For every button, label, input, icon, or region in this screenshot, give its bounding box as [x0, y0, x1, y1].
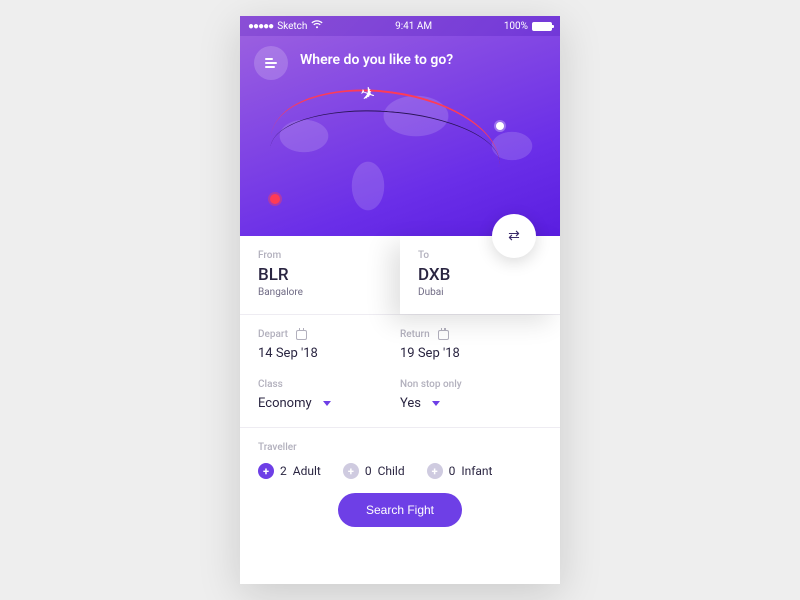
adult-unit: Adult	[293, 464, 321, 478]
chevron-down-icon	[432, 401, 440, 406]
swap-icon: ⇄	[508, 228, 520, 244]
plus-icon: +	[343, 463, 359, 479]
traveller-label: Traveller	[258, 442, 542, 453]
child-stepper[interactable]: + 0 Child	[343, 463, 405, 479]
battery-percent: 100%	[504, 21, 528, 32]
from-field[interactable]: From BLR Bangalore	[240, 236, 400, 314]
origin-point-icon	[270, 194, 280, 204]
adult-stepper[interactable]: + 2 Adult	[258, 463, 321, 479]
search-button[interactable]: Search Fight	[338, 493, 462, 527]
clock: 9:41 AM	[395, 21, 432, 32]
plus-icon: +	[427, 463, 443, 479]
destination-point-icon	[496, 122, 504, 130]
depart-value: 14 Sep '18	[258, 346, 400, 361]
child-unit: Child	[378, 464, 405, 478]
hamburger-icon	[265, 58, 277, 68]
carrier-label: Sketch	[277, 21, 307, 32]
plus-icon: +	[258, 463, 274, 479]
traveller-section: Traveller + 2 Adult + 0 Child + 0 Infant	[240, 427, 560, 541]
class-select[interactable]: Class Economy	[258, 379, 400, 411]
options-row: Class Economy Non stop only Yes	[240, 377, 560, 427]
return-field[interactable]: Return 19 Sep '18	[400, 329, 542, 361]
from-label: From	[258, 250, 382, 261]
wifi-icon	[311, 20, 323, 32]
to-city: Dubai	[418, 287, 542, 298]
infant-stepper[interactable]: + 0 Infant	[427, 463, 493, 479]
from-code: BLR	[258, 265, 382, 285]
to-code: DXB	[418, 265, 542, 285]
nonstop-label: Non stop only	[400, 379, 542, 390]
calendar-icon	[296, 330, 307, 340]
phone-frame: ●●●●● Sketch 9:41 AM 100% Where do you l…	[240, 16, 560, 584]
search-form: ⇄ From BLR Bangalore To DXB Dubai Depart…	[240, 236, 560, 584]
hero: Where do you like to go? ✈	[240, 36, 560, 236]
chevron-down-icon	[323, 401, 331, 406]
nonstop-value: Yes	[400, 396, 421, 411]
status-bar: ●●●●● Sketch 9:41 AM 100%	[240, 16, 560, 36]
status-right: 100%	[504, 21, 552, 32]
from-city: Bangalore	[258, 287, 382, 298]
battery-icon	[532, 22, 552, 31]
depart-label: Depart	[258, 329, 288, 340]
to-field[interactable]: To DXB Dubai	[400, 236, 560, 314]
status-left: ●●●●● Sketch	[248, 20, 323, 32]
swap-route-button[interactable]: ⇄	[492, 214, 536, 258]
dates-row: Depart 14 Sep '18 Return 19 Sep '18	[240, 314, 560, 377]
child-count: 0	[365, 464, 372, 478]
signal-dots-icon: ●●●●●	[248, 21, 273, 32]
infant-unit: Infant	[461, 464, 492, 478]
page-title: Where do you like to go?	[300, 52, 453, 68]
class-value: Economy	[258, 396, 312, 411]
infant-count: 0	[449, 464, 456, 478]
nonstop-select[interactable]: Non stop only Yes	[400, 379, 542, 411]
menu-button[interactable]	[254, 46, 288, 80]
class-label: Class	[258, 379, 400, 390]
return-label: Return	[400, 329, 430, 340]
return-value: 19 Sep '18	[400, 346, 542, 361]
depart-field[interactable]: Depart 14 Sep '18	[258, 329, 400, 361]
adult-count: 2	[280, 464, 287, 478]
calendar-icon	[438, 330, 449, 340]
